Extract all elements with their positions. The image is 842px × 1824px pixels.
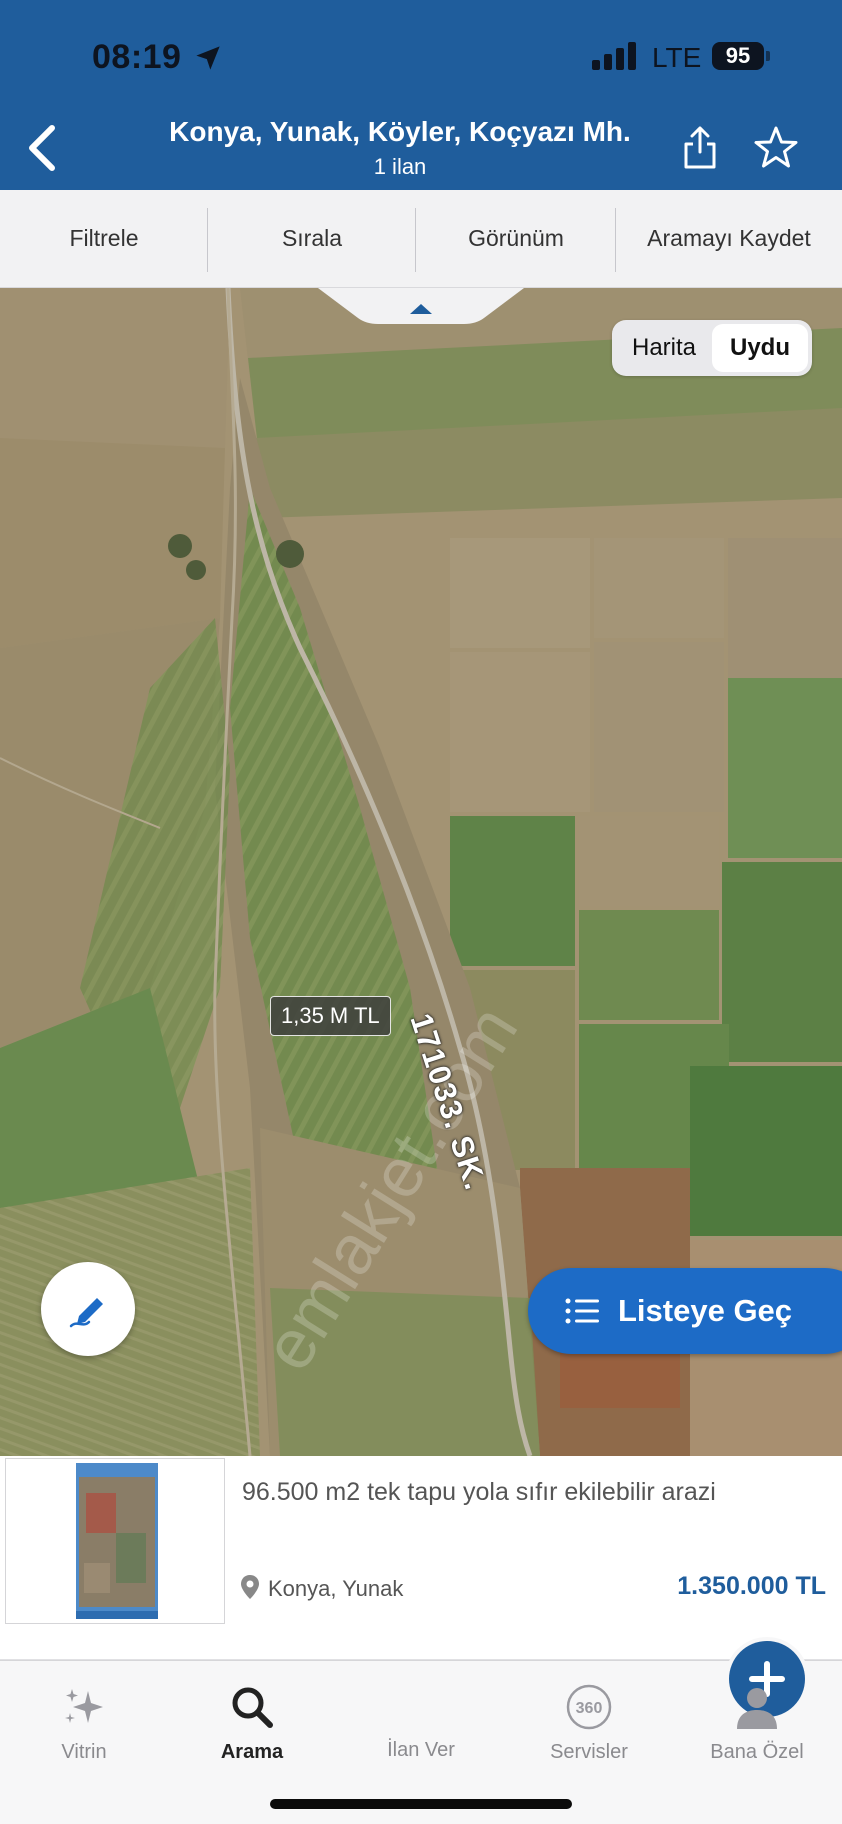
listing-photo xyxy=(76,1463,158,1619)
360-icon: 360 xyxy=(566,1684,612,1730)
save-search-button[interactable]: Aramayı Kaydet xyxy=(616,190,842,287)
sort-button[interactable]: Sırala xyxy=(208,190,416,287)
listing-title: 96.500 m2 tek tapu yola sıfır ekilebilir… xyxy=(242,1478,716,1506)
user-icon xyxy=(737,1688,777,1729)
status-bar: 08:19 LTE 95 xyxy=(0,0,842,110)
tab-arama[interactable]: Arama xyxy=(177,1661,327,1764)
listing-card[interactable]: 96.500 m2 tek tapu yola sıfır ekilebilir… xyxy=(0,1456,842,1660)
battery-cap xyxy=(766,51,770,61)
tab-servisler-label: Servisler xyxy=(550,1741,628,1763)
map-mode-uydu[interactable]: Uydu xyxy=(712,324,808,372)
nav-bar: Konya, Yunak, Köyler, Koçyazı Mh. 1 ilan xyxy=(0,110,842,190)
draw-area-button[interactable] xyxy=(41,1262,135,1356)
view-indicator-notch xyxy=(318,288,524,324)
sort-label: Sırala xyxy=(281,225,343,251)
star-icon[interactable] xyxy=(752,124,800,172)
switch-to-list-button[interactable]: Listeye Geç xyxy=(528,1268,842,1354)
result-count: 1 ilan xyxy=(373,154,427,179)
share-icon[interactable] xyxy=(682,124,718,170)
filter-button[interactable]: Filtrele xyxy=(0,190,208,287)
satellite-map[interactable]: emlakjet.com 1,35 M TL 171033. SK. Harit… xyxy=(0,288,842,1456)
switch-to-list-label: Listeye Geç xyxy=(618,1293,793,1328)
page-title: Konya, Yunak, Köyler, Koçyazı Mh. xyxy=(169,116,631,147)
save-search-label: Aramayı Kaydet xyxy=(647,225,811,251)
view-button[interactable]: Görünüm xyxy=(416,190,616,287)
tab-bana-ozel-label: Bana Özel xyxy=(710,1741,804,1763)
home-indicator xyxy=(270,1799,572,1809)
tab-vitrin[interactable]: Vitrin xyxy=(9,1661,159,1764)
filter-toolbar: Filtrele Sırala Görünüm Aramayı Kaydet xyxy=(0,190,842,288)
bottom-tab-bar: Vitrin Arama İlan Ver 360 Servisler Bana… xyxy=(0,1641,842,1824)
tab-vitrin-label: Vitrin xyxy=(61,1741,107,1763)
signal-icon xyxy=(592,42,636,70)
listing-price: 1.350.000 TL xyxy=(677,1572,826,1600)
svg-text:360: 360 xyxy=(576,1700,603,1717)
price-pin[interactable]: 1,35 M TL xyxy=(270,996,391,1036)
chevron-left-icon[interactable] xyxy=(22,120,62,176)
status-time: 08:19 xyxy=(92,38,182,76)
list-icon xyxy=(565,1298,599,1324)
sparkle-icon xyxy=(65,1689,103,1723)
listing-location: Konya, Yunak xyxy=(268,1576,404,1601)
filter-label: Filtrele xyxy=(69,225,139,251)
location-arrow-icon xyxy=(196,46,220,70)
tab-servisler[interactable]: 360 Servisler xyxy=(514,1661,664,1764)
app-header: 08:19 LTE 95 Konya, Yunak, Köyler, Koçya… xyxy=(0,0,842,190)
tab-arama-label: Arama xyxy=(220,1741,284,1763)
map-mode-harita[interactable]: Harita xyxy=(616,324,712,372)
view-label: Görünüm xyxy=(468,225,564,251)
battery-indicator: 95 xyxy=(712,42,764,70)
location-pin-icon xyxy=(241,1575,259,1599)
tab-ilan-ver[interactable]: İlan Ver xyxy=(346,1641,805,1762)
pencil-draw-icon xyxy=(69,1298,103,1328)
tab-ilan-ver-label: İlan Ver xyxy=(387,1739,455,1761)
listing-thumbnail xyxy=(5,1458,225,1624)
map-mode-toggle: Harita Uydu xyxy=(612,320,812,376)
network-label: LTE xyxy=(652,42,702,73)
tab-bana-ozel[interactable]: Bana Özel xyxy=(682,1661,832,1764)
search-icon xyxy=(232,1687,273,1728)
